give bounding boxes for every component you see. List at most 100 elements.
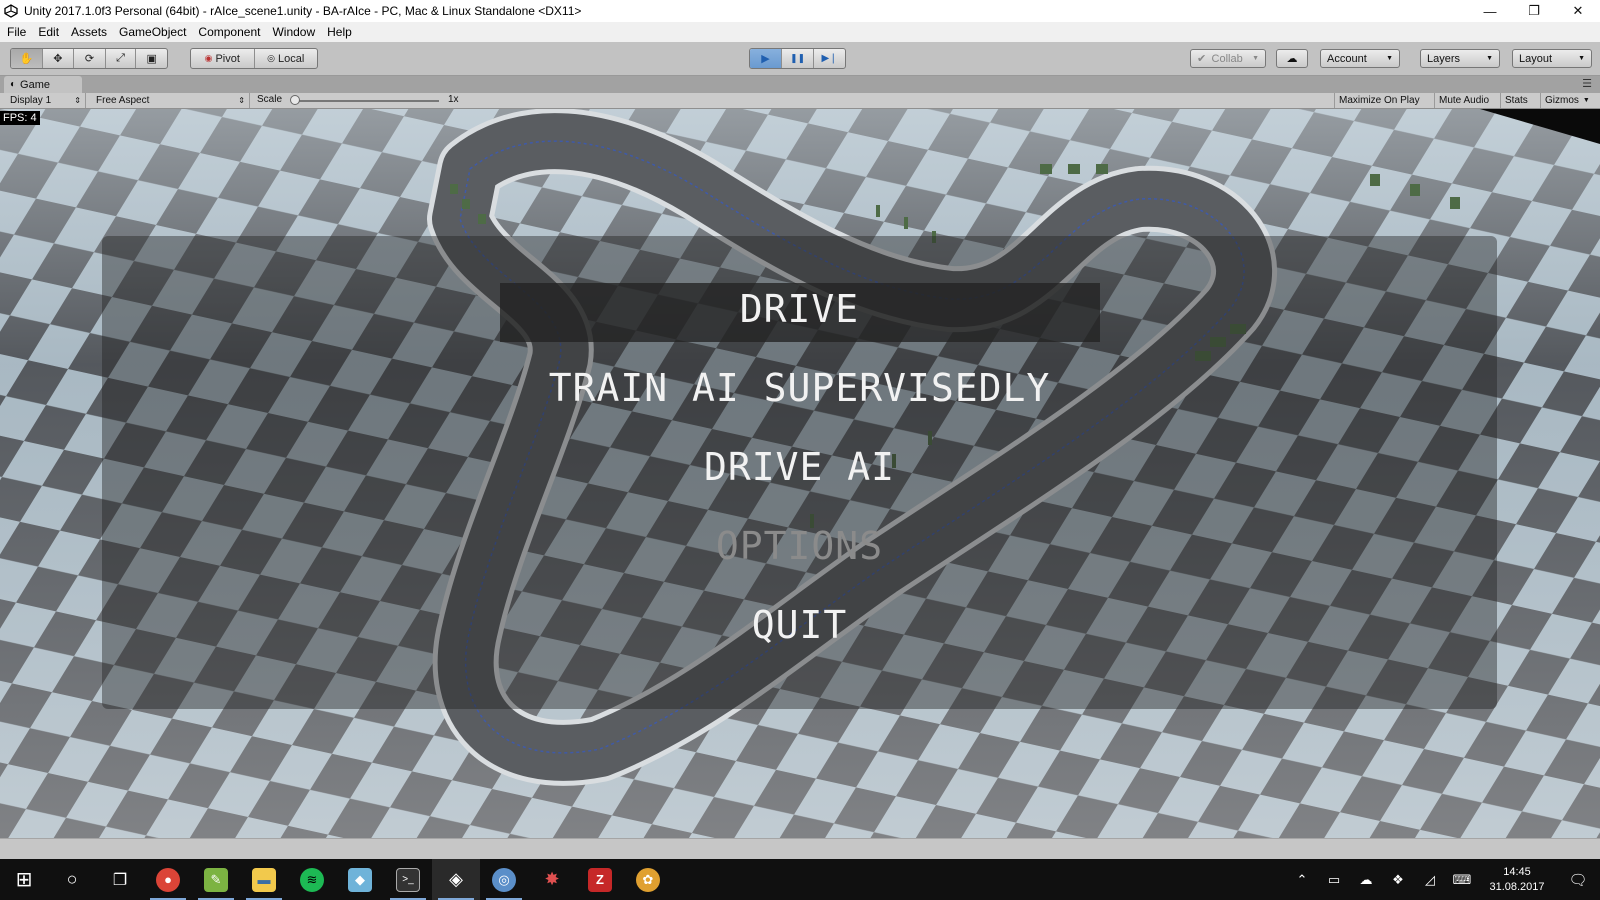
dropbox-icon[interactable]: ❖	[1382, 872, 1414, 888]
game-tab-row: ◐ Game ☰	[0, 76, 1600, 93]
menu-option-drive-ai[interactable]: DRIVE AI	[102, 445, 1497, 489]
updown-icon: ⇕	[74, 96, 81, 105]
close-button[interactable]: ✕	[1556, 0, 1600, 22]
game-controller-icon: ◐	[10, 79, 17, 90]
taskbar-spotify[interactable]: ≋	[288, 859, 336, 900]
game-view[interactable]: FPS: 4 DRIVE TRAIN AI SUPERVISEDLY DRIVE…	[0, 109, 1600, 838]
step-button[interactable]: ▶❘	[814, 49, 845, 68]
cloud-button[interactable]: ☁	[1276, 49, 1308, 68]
menu-option-quit[interactable]: QUIT	[102, 603, 1497, 647]
taskbar-red-app[interactable]: Z	[576, 859, 624, 900]
account-dropdown[interactable]: Account ▼	[1320, 49, 1400, 68]
display-dropdown[interactable]: Display 1 ⇕	[6, 93, 86, 108]
menu-option-drive[interactable]: DRIVE	[102, 287, 1497, 331]
system-clock[interactable]: 14:45 31.08.2017	[1478, 865, 1556, 895]
collab-check-icon: ✔	[1197, 53, 1207, 65]
game-view-controls: Display 1 ⇕ Free Aspect ⇕ Scale 1x Maxim…	[0, 93, 1600, 109]
show-hidden-icons-icon[interactable]: ⌃	[1286, 872, 1318, 888]
tab-game-label: Game	[20, 78, 51, 91]
chevron-down-icon: ▼	[1252, 55, 1259, 62]
start-button[interactable]: ⊞	[0, 859, 48, 900]
clock-time: 14:45	[1503, 865, 1531, 878]
taskbar-unity[interactable]: ◈	[432, 859, 480, 900]
scale-label: Scale	[257, 94, 283, 105]
chevron-down-icon: ▼	[1582, 97, 1590, 104]
red-app-icon: Z	[588, 867, 612, 892]
system-tray: ⌃ ▭ ☁ ❖ ◿ ⌨ 14:45 31.08.2017 🗨	[1286, 859, 1600, 900]
menu-component[interactable]: Component	[192, 22, 266, 42]
rotate-tool-icon[interactable]: ⟳	[74, 49, 106, 68]
chrome-icon: ●	[156, 867, 180, 892]
taskbar-chrome[interactable]: ●	[144, 859, 192, 900]
file-explorer-icon: ▬	[252, 867, 276, 892]
search-icon: ○	[66, 869, 78, 889]
menu-option-options: OPTIONS	[715, 524, 884, 568]
python-app-icon: ◎	[492, 867, 516, 892]
battery-icon[interactable]: ▭	[1318, 872, 1350, 888]
local-button[interactable]: ◎ Local	[255, 49, 318, 68]
local-icon: ◎	[267, 53, 276, 63]
updown-icon: ⇕	[238, 96, 245, 105]
collab-dropdown[interactable]: ✔ Collab ▼	[1190, 49, 1266, 68]
paint-icon: ✿	[636, 867, 660, 892]
taskbar-file-explorer[interactable]: ▬	[240, 859, 288, 900]
play-button[interactable]: ▶	[750, 49, 782, 68]
move-tool-icon[interactable]: ✥	[43, 49, 75, 68]
chevron-down-icon: ▼	[1386, 55, 1393, 62]
gizmos-dropdown[interactable]: Gizmos ▼	[1540, 93, 1600, 108]
rect-tool-icon[interactable]: ▣	[136, 49, 167, 68]
menu-gameobject[interactable]: GameObject	[113, 22, 192, 42]
local-label: Local	[278, 52, 305, 65]
maximize-on-play-toggle[interactable]: Maximize On Play	[1334, 93, 1434, 108]
layout-dropdown[interactable]: Layout ▼	[1512, 49, 1592, 68]
scale-slider-handle[interactable]	[290, 95, 300, 105]
scale-tool-icon[interactable]: ⤢	[106, 49, 137, 68]
layers-label: Layers	[1427, 52, 1461, 65]
taskbar-paint[interactable]: ✿	[624, 859, 672, 900]
window-title-bar: Unity 2017.1.0f3 Personal (64bit) - rAIc…	[0, 0, 1600, 22]
menu-file[interactable]: File	[0, 22, 32, 42]
taskbar-python-app[interactable]: ◎	[480, 859, 528, 900]
menu-option-train-ai[interactable]: TRAIN AI SUPERVISEDLY	[102, 366, 1497, 410]
unity-icon: ◈	[449, 869, 463, 889]
tab-game[interactable]: ◐ Game	[4, 76, 82, 93]
taskbar-notes-app[interactable]: ◆	[336, 859, 384, 900]
chevron-down-icon: ▼	[1578, 55, 1585, 62]
layers-dropdown[interactable]: Layers ▼	[1420, 49, 1500, 68]
gizmos-label: Gizmos	[1545, 95, 1579, 106]
stats-toggle[interactable]: Stats	[1500, 93, 1540, 108]
minimize-button[interactable]: —	[1468, 0, 1512, 22]
clock-date: 31.08.2017	[1489, 880, 1545, 893]
mute-audio-toggle[interactable]: Mute Audio	[1434, 93, 1500, 108]
menu-help[interactable]: Help	[321, 22, 358, 42]
menu-edit[interactable]: Edit	[32, 22, 65, 42]
cloud-icon: ☁	[1286, 53, 1298, 65]
wifi-icon[interactable]: ◿	[1414, 872, 1446, 888]
aspect-dropdown[interactable]: Free Aspect ⇕	[92, 93, 250, 108]
taskbar-notepad-plus[interactable]: ✎	[192, 859, 240, 900]
pivot-button[interactable]: ◉ Pivot	[191, 49, 255, 68]
aspect-label: Free Aspect	[96, 95, 150, 106]
search-button[interactable]: ○	[48, 859, 96, 900]
menu-bar: File Edit Assets GameObject Component Wi…	[0, 22, 1600, 42]
pivot-label: Pivot	[215, 52, 240, 65]
menu-assets[interactable]: Assets	[65, 22, 113, 42]
taskbar-terminal[interactable]: >_	[384, 859, 432, 900]
notification-center-icon[interactable]: 🗨	[1556, 871, 1600, 889]
restore-button[interactable]: ❐	[1512, 0, 1556, 22]
taskbar-gear-app[interactable]: ✸	[528, 859, 576, 900]
unity-toolbar: ✋ ✥ ⟳ ⤢ ▣ ◉ Pivot ◎ Local ▶ ❚❚ ▶❘ ✔ Coll…	[0, 42, 1600, 76]
onedrive-icon[interactable]: ☁	[1350, 872, 1382, 888]
fps-counter: FPS: 4	[0, 111, 40, 125]
scale-slider-track[interactable]	[294, 100, 439, 102]
keyboard-icon[interactable]: ⌨	[1446, 872, 1478, 888]
menu-window[interactable]: Window	[266, 22, 321, 42]
hand-tool-icon[interactable]: ✋	[11, 49, 43, 68]
pause-button[interactable]: ❚❚	[782, 49, 814, 68]
scale-value: 1x	[448, 94, 459, 105]
gear-app-icon: ✸	[544, 869, 560, 889]
account-label: Account	[1327, 52, 1367, 65]
display-label: Display 1	[10, 95, 52, 106]
task-view-button[interactable]: ❐	[96, 859, 144, 900]
panel-menu-icon[interactable]: ☰	[1582, 77, 1592, 90]
